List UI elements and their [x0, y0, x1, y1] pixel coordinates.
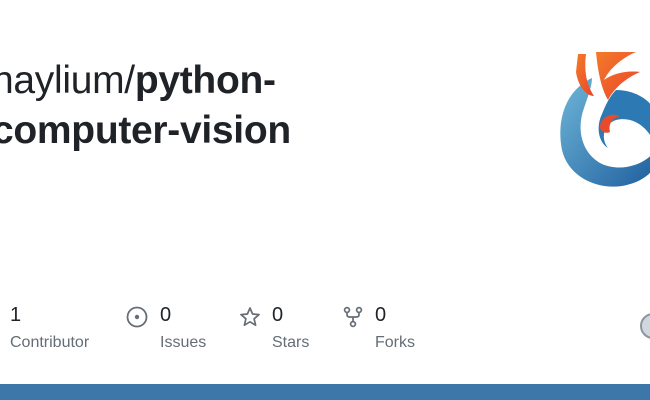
repo-title[interactable]: naylium/python- computer-vision	[0, 56, 512, 156]
repo-name-part1[interactable]: python-	[135, 59, 276, 102]
forks-label: Forks	[375, 334, 415, 351]
repo-title-line2: computer-vision	[0, 106, 512, 156]
repo-name-part2[interactable]: computer-vision	[0, 109, 291, 152]
phoenix-logo-icon	[560, 52, 650, 187]
issue-opened-icon	[126, 306, 148, 328]
repo-stats: 1 Contributor 0 Issues 0 Stars 0 Forks	[0, 302, 650, 362]
repo-owner[interactable]: naylium/	[0, 59, 135, 102]
contributors-label: Contributor	[10, 334, 90, 351]
stars-label: Stars	[272, 334, 310, 351]
forks-count: 0	[375, 304, 387, 326]
issues-label: Issues	[160, 334, 207, 351]
stars-count: 0	[272, 304, 284, 326]
bottom-accent-bar	[0, 384, 650, 400]
repo-forked-icon	[343, 306, 363, 328]
repo-title-line1: naylium/python-	[0, 56, 512, 106]
issues-count: 0	[160, 304, 172, 326]
star-icon	[240, 307, 260, 327]
contributors-count: 1	[10, 304, 22, 326]
